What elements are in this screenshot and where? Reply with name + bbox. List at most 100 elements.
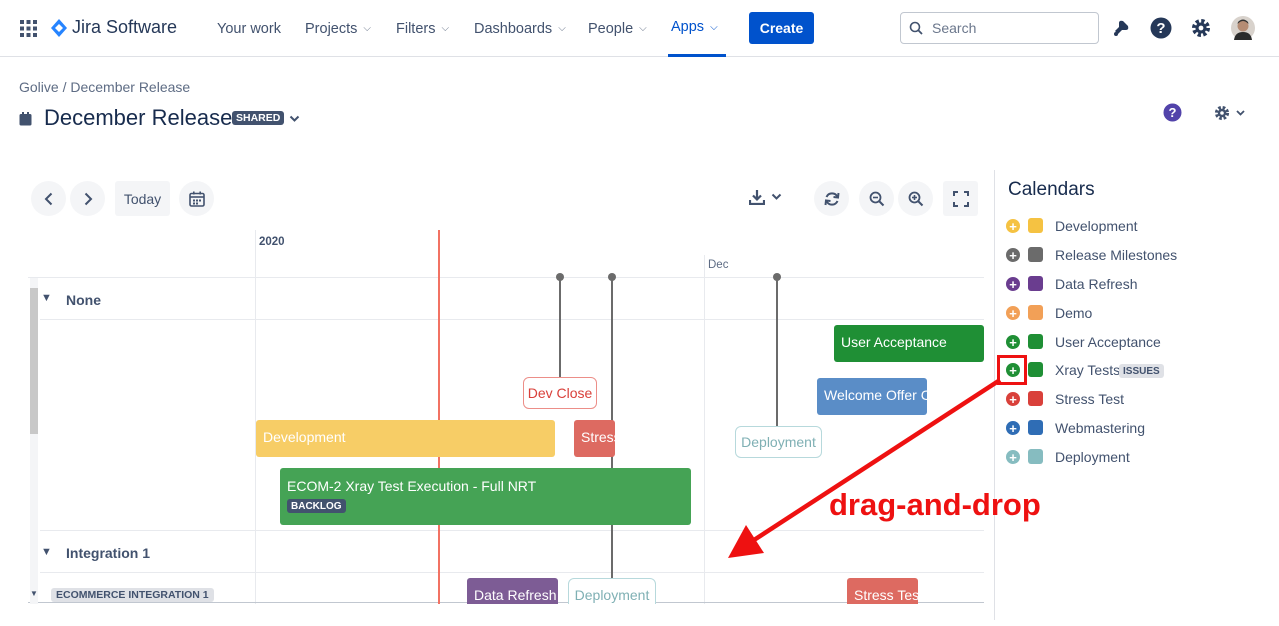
next-button[interactable] — [70, 181, 105, 216]
issues-badge: ISSUES — [1119, 364, 1164, 378]
milestone-dev-close[interactable]: Dev Close — [523, 377, 597, 409]
nav-your-work[interactable]: Your work — [217, 0, 281, 57]
svg-text:?: ? — [1169, 105, 1177, 120]
calendar-color-swatch — [1028, 218, 1043, 233]
chevron-down-icon: ⌵ — [639, 23, 647, 34]
help-icon[interactable]: ? — [1150, 17, 1172, 39]
calendar-item-label: Development — [1055, 218, 1138, 234]
chevron-down-icon: ⌵ — [441, 23, 450, 34]
refresh-icon — [824, 191, 839, 206]
user-avatar[interactable] — [1231, 16, 1255, 40]
calendar-color-swatch — [1028, 391, 1043, 406]
calendar-color-swatch — [1028, 247, 1043, 262]
fullscreen-button[interactable] — [943, 181, 978, 216]
nav-apps[interactable]: Apps ⌵ — [668, 0, 726, 57]
breadcrumb[interactable]: Golive / December Release — [19, 79, 190, 95]
brand-name: Jira Software — [72, 17, 178, 37]
shared-badge: SHARED — [232, 111, 285, 125]
grid-line — [40, 319, 984, 320]
calendar-icon — [188, 191, 205, 207]
scroll-down-arrow-icon[interactable]: ▼ — [30, 589, 38, 598]
calendar-item[interactable]: + Stress Test — [995, 386, 1279, 414]
page-title: December Release — [44, 105, 233, 130]
year-label: 2020 — [259, 236, 285, 248]
nav-filters[interactable]: Filters ⌵ — [396, 0, 449, 57]
calendar-item-label: Xray Tests — [1055, 362, 1121, 378]
calendar-item[interactable]: + Deployment — [995, 444, 1279, 472]
event-data-refresh[interactable]: Data Refresh — [467, 578, 558, 604]
zoom-out-button[interactable] — [859, 181, 894, 216]
today-button[interactable]: Today — [115, 181, 170, 216]
add-calendar-plus-icon[interactable]: + — [1006, 335, 1020, 349]
calendar-item-label: Webmastering — [1055, 420, 1146, 436]
milestone-pin-dot — [556, 273, 564, 281]
page-settings-gear-icon[interactable] — [1213, 104, 1247, 122]
calendar-item-label: Release Milestones — [1055, 247, 1178, 263]
event-stress-test[interactable]: Stress Test — [847, 578, 918, 604]
drag-arrow-icon — [728, 378, 1002, 558]
collapse-triangle-icon[interactable]: ▼ — [41, 546, 52, 558]
previous-button[interactable] — [31, 181, 66, 216]
search-input[interactable]: Search — [900, 12, 1099, 44]
help-icon[interactable]: ? — [1163, 103, 1182, 122]
event-development[interactable]: Development — [256, 420, 555, 457]
calendar-item[interactable]: + Release Milestones — [995, 242, 1279, 270]
calendar-color-swatch — [1028, 449, 1043, 464]
nav-dashboards[interactable]: Dashboards ⌵ — [474, 0, 566, 57]
milestone-deployment[interactable]: Deployment — [568, 578, 656, 604]
event-ecom-xray-execution-label: ECOM-2 Xray Test Execution - Full NRT — [287, 478, 537, 494]
calendar-item-label: Data Refresh — [1055, 276, 1138, 292]
app-switcher-icon[interactable] — [20, 20, 37, 37]
event-ecom-xray-execution[interactable]: ECOM-2 Xray Test Execution - Full NRT BA… — [280, 468, 691, 525]
add-calendar-plus-icon[interactable]: + — [1006, 306, 1020, 320]
nav-people[interactable]: People ⌵ — [588, 0, 647, 57]
calendar-item[interactable]: + Webmastering — [995, 415, 1279, 443]
nav-dashboards-label: Dashboards — [474, 20, 553, 37]
calendar-item[interactable]: + Xray Tests ISSUES — [995, 357, 1279, 385]
zoom-out-icon — [869, 191, 884, 206]
notifications-icon[interactable] — [1111, 18, 1131, 38]
calendar-item-label: User Acceptance — [1055, 334, 1161, 350]
group-integration-1-label: Integration 1 — [66, 545, 151, 561]
vertical-scrollbar[interactable] — [30, 278, 38, 604]
download-icon — [749, 190, 765, 205]
calendar-item[interactable]: + Data Refresh — [995, 271, 1279, 299]
chevron-left-icon — [44, 192, 52, 205]
add-calendar-plus-icon[interactable]: + — [1006, 219, 1020, 233]
month-label: Dec — [708, 259, 729, 271]
backlog-badge: BACKLOG — [287, 499, 346, 513]
calendar-icon — [19, 112, 32, 126]
top-navigation: Jira Software Your work Projects ⌵ Filte… — [0, 0, 1279, 57]
add-calendar-plus-icon[interactable]: + — [1006, 248, 1020, 262]
chevron-down-icon[interactable] — [289, 115, 300, 123]
calendar-item[interactable]: + User Acceptance — [995, 329, 1279, 357]
calendars-title: Calendars — [1008, 179, 1095, 200]
nav-projects-label: Projects — [305, 20, 358, 37]
zoom-in-button[interactable] — [898, 181, 933, 216]
calendar-item-label: Deployment — [1055, 449, 1130, 465]
create-button[interactable]: Create — [749, 12, 814, 44]
calendar-color-swatch — [1028, 305, 1043, 320]
chevron-down-icon: ⌵ — [558, 23, 566, 34]
nav-projects[interactable]: Projects ⌵ — [305, 0, 371, 57]
scrollbar-thumb[interactable] — [30, 288, 38, 434]
group-none-label: None — [66, 292, 101, 308]
event-user-acceptance[interactable]: User Acceptance — [834, 325, 984, 362]
milestone-pin-dot — [608, 273, 616, 281]
export-button[interactable] — [749, 189, 783, 205]
calendar-item[interactable]: + Demo — [995, 300, 1279, 328]
milestone-pin-dot — [773, 273, 781, 281]
refresh-button[interactable] — [814, 181, 849, 216]
search-icon — [909, 21, 923, 35]
calendar-item-label: Demo — [1055, 305, 1093, 321]
add-calendar-plus-icon[interactable]: + — [1006, 277, 1020, 291]
today-marker-line — [438, 230, 440, 604]
event-stress[interactable]: Stress — [574, 420, 615, 457]
calendar-item[interactable]: + Development — [995, 213, 1279, 241]
collapse-triangle-icon[interactable]: ▼ — [41, 292, 52, 304]
grid-line — [40, 572, 984, 573]
chevron-down-icon: ⌵ — [710, 21, 718, 33]
settings-gear-icon[interactable] — [1190, 17, 1212, 39]
date-picker-button[interactable] — [179, 181, 214, 216]
jira-logo[interactable]: Jira Software — [50, 17, 177, 38]
